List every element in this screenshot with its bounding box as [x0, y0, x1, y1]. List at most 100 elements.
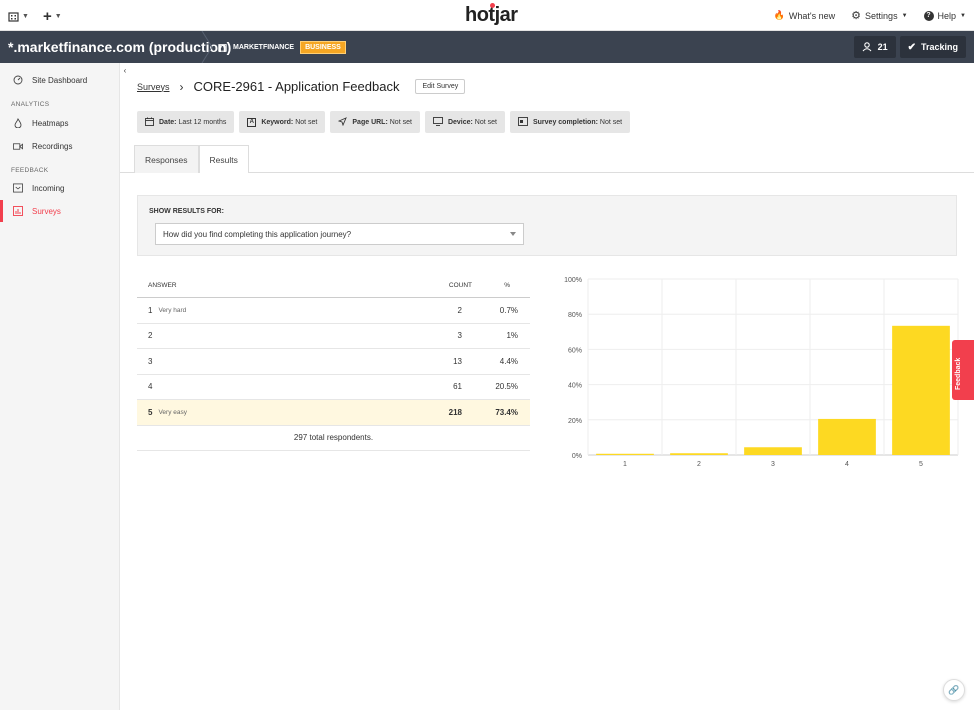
question-select-value: How did you find completing this applica… [163, 229, 352, 239]
sidebar-item-label: Site Dashboard [32, 75, 88, 85]
org-name: MARKETFINANCE [233, 44, 295, 51]
filter-device-name: Device: [447, 118, 473, 126]
breadcrumb-surveys-link[interactable]: Surveys [137, 82, 170, 92]
flame-icon: 🔥 [773, 10, 785, 20]
page-title: CORE-2961 - Application Feedback [193, 79, 400, 94]
users-icon [862, 42, 871, 52]
whats-new-label: What's new [788, 10, 836, 21]
sidebar [0, 63, 120, 710]
sidebar-item-label: Heatmaps [32, 118, 69, 128]
tab-results[interactable]: Results [198, 145, 249, 174]
settings-menu[interactable]: ⚙ Settings ▼ [851, 9, 907, 22]
y-tick-label: 20% [568, 418, 582, 425]
sidebar-item-incoming[interactable]: Incoming [0, 177, 120, 199]
users-button[interactable]: 21 [853, 36, 896, 58]
checkbox-icon [518, 116, 528, 128]
site-bar: *.marketfinance.com (production) MARKETF… [0, 31, 974, 63]
collapse-sidebar-button[interactable]: ‹ [120, 63, 130, 77]
whats-new-button[interactable]: 🔥 What's new [774, 9, 835, 22]
cursor-icon [338, 116, 348, 128]
gear-icon: ⚙ [851, 10, 862, 22]
filter-survey-completion[interactable]: Survey completion: Not set [509, 111, 631, 133]
percent-value: 4.4% [499, 356, 518, 366]
results-table: ANSWER COUNT % 1 Very hard 2 0.7% 2 3 1% … [137, 274, 530, 451]
feedback-widget-tab[interactable]: Feedback [952, 340, 974, 400]
x-tick-label: 4 [845, 461, 849, 468]
y-tick-label: 60% [568, 347, 582, 354]
chevron-down-icon: ▼ [960, 12, 966, 19]
filter-date[interactable]: Date: Last 12 months [137, 111, 235, 133]
gauge-icon [13, 75, 23, 85]
share-link-button[interactable]: 🔗 [943, 679, 965, 701]
x-tick-label: 2 [697, 461, 701, 468]
chevron-down-icon [510, 232, 516, 236]
question-select[interactable]: How did you find completing this applica… [155, 223, 524, 245]
total-respondents: 297 total respondents. [137, 426, 530, 451]
answer-value: 2 [148, 331, 153, 341]
percent-value: 0.7% [499, 305, 518, 315]
filter-page-url[interactable]: Page URL: Not set [330, 111, 420, 133]
x-tick-label: 1 [623, 461, 627, 468]
inbox-icon [13, 183, 23, 193]
tab-responses[interactable]: Responses [134, 145, 199, 173]
link-icon: 🔗 [948, 684, 960, 695]
sidebar-item-heatmaps[interactable]: Heatmaps [0, 112, 120, 134]
tab-bar: Responses Results [134, 145, 249, 174]
logo-dot [490, 3, 495, 8]
filter-device-value: Not set [474, 118, 497, 126]
table-row: 1 Very hard 2 0.7% [137, 298, 530, 324]
hotjar-logo[interactable]: hotjar [465, 3, 518, 27]
answer-label: Very easy [158, 408, 187, 416]
chevron-left-icon: ‹ [123, 65, 127, 75]
answer-value: 3 [148, 356, 153, 366]
building-icon [8, 12, 19, 22]
x-tick-label: 5 [919, 461, 923, 468]
tracking-label: Tracking [920, 42, 958, 52]
building-icon [218, 44, 227, 52]
filter-keyword-value: Not set [295, 118, 318, 126]
y-tick-label: 80% [568, 312, 582, 319]
count-value: 13 [453, 356, 462, 366]
filter-page-url-value: Not set [389, 118, 412, 126]
help-label: Help [937, 10, 957, 21]
filter-device[interactable]: Device: Not set [424, 111, 505, 133]
feedback-tab-label: Feedback [955, 357, 962, 390]
table-row-highlighted: 5 Very easy 218 73.4% [137, 400, 530, 426]
y-tick-label: 100% [564, 277, 582, 284]
help-menu[interactable]: ? Help ▼ [923, 9, 966, 22]
x-tick-label: 3 [771, 461, 775, 468]
filter-keyword[interactable]: A Keyword: Not set [239, 111, 326, 133]
table-row: 2 3 1% [137, 324, 530, 349]
table-row: 4 61 20.5% [137, 375, 530, 400]
site-name[interactable]: *.marketfinance.com (production) [8, 39, 231, 55]
answer-value: 4 [148, 382, 153, 392]
filter-page-url-name: Page URL: [352, 118, 388, 126]
sidebar-item-surveys[interactable]: Surveys [0, 200, 120, 222]
y-tick-label: 0% [572, 453, 582, 460]
bar-3 [744, 447, 802, 455]
help-icon: ? [923, 10, 934, 21]
bar-2 [670, 453, 728, 455]
site-switcher[interactable]: ▼ [8, 11, 29, 22]
tracking-button[interactable]: ✔ Tracking [899, 36, 966, 58]
bar-1 [596, 453, 654, 455]
nav-section-feedback: FEEDBACK [11, 167, 49, 174]
filter-keyword-name: Keyword: [261, 118, 294, 126]
breadcrumb: Surveys › CORE-2961 - Application Feedba… [137, 79, 466, 94]
monitor-icon [432, 116, 443, 128]
sidebar-item-dashboard[interactable]: Site Dashboard [0, 69, 120, 91]
answer-value: 5 [148, 407, 153, 417]
sidebar-item-label: Incoming [32, 183, 65, 193]
sidebar-item-recordings[interactable]: Recordings [0, 135, 120, 157]
sidebar-item-label: Recordings [32, 141, 73, 151]
org-info[interactable]: MARKETFINANCE BUSINESS [218, 41, 346, 54]
table-header-row: ANSWER COUNT % [137, 274, 530, 298]
filter-bar: Date: Last 12 months A Keyword: Not set … [137, 111, 631, 133]
edit-survey-button[interactable]: Edit Survey [415, 79, 466, 94]
column-header-count: COUNT [448, 282, 472, 289]
bar-5 [892, 325, 950, 455]
plan-badge: BUSINESS [300, 41, 346, 54]
add-new-menu[interactable]: + ▼ [43, 8, 62, 25]
check-icon: ✔ [907, 41, 916, 53]
answer-label: Very hard [158, 306, 187, 314]
